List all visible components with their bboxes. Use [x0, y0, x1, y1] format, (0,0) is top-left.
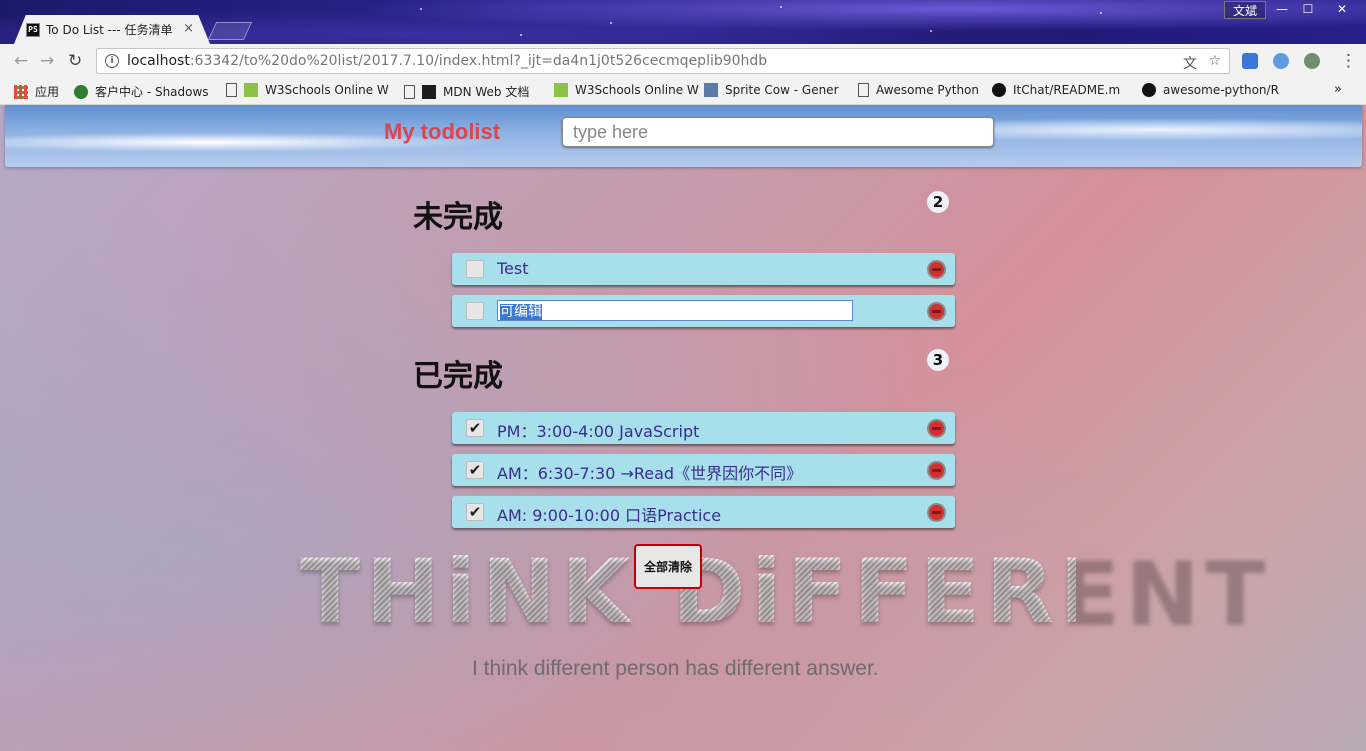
site-info-icon[interactable]: i — [105, 54, 119, 68]
bookmark-shadows[interactable]: 客户中心 - Shadows — [74, 83, 209, 100]
done-checkbox[interactable]: ✔ — [466, 503, 484, 521]
todo-text[interactable]: Test — [497, 259, 529, 278]
delete-icon[interactable] — [929, 463, 944, 478]
profile-button[interactable]: 文斌 — [1224, 1, 1267, 19]
browser-toolbar: ← → ↻ i localhost:63342/to%20do%20list/2… — [0, 44, 1366, 78]
done-item[interactable]: ✔ AM：6:30-7:30 →Read《世界因你不同》 — [452, 454, 955, 486]
page-viewport: My todolist THiNK DiFFERENT I think diff… — [0, 105, 1366, 751]
delete-icon[interactable] — [929, 421, 944, 436]
tab-close-icon[interactable]: × — [183, 21, 194, 36]
todo-count-badge: 2 — [927, 191, 949, 213]
extension-evernote-icon[interactable] — [1304, 53, 1320, 69]
reload-icon[interactable]: ↻ — [68, 51, 82, 71]
forward-arrow-icon[interactable]: → — [40, 51, 54, 71]
bookmark-awesome-python-readme[interactable]: awesome-python/R — [1142, 83, 1279, 97]
url-text: localhost:63342/to%20do%20list/2017.7.10… — [127, 53, 768, 69]
bookmark-apps[interactable]: 应用 — [14, 83, 59, 100]
todo-item[interactable]: 可编辑 — [452, 295, 955, 327]
browser-tab[interactable]: PS To Do List --- 任务清单 × — [14, 15, 210, 44]
todo-item[interactable]: Test — [452, 253, 955, 285]
todo-checkbox[interactable] — [466, 302, 484, 320]
clear-all-button[interactable]: 全部清除 — [634, 544, 702, 589]
bookmark-awesome-python[interactable]: Awesome Python — [858, 83, 979, 97]
tagline: I think different person has different a… — [472, 657, 879, 680]
github-icon — [992, 83, 1006, 97]
window-titlebar: PS To Do List --- 任务清单 × 文斌 — ☐ ✕ — [0, 0, 1366, 44]
photoshop-favicon-icon: PS — [26, 22, 40, 37]
new-tab-button[interactable] — [207, 22, 253, 40]
done-checkbox[interactable]: ✔ — [466, 419, 484, 437]
new-todo-input[interactable] — [562, 117, 994, 147]
back-arrow-icon[interactable]: ← — [14, 51, 28, 71]
extension-globe-icon[interactable] — [1273, 53, 1289, 69]
todo-checkbox[interactable] — [466, 260, 484, 278]
shadowsocks-icon — [74, 84, 88, 99]
page-icon — [858, 83, 869, 97]
mdn-icon — [422, 84, 436, 99]
sprite-cow-icon — [704, 83, 718, 97]
page-icon — [226, 83, 237, 97]
done-text[interactable]: PM：3:00-4:00 JavaScript — [497, 418, 699, 442]
section-title-done: 已完成 — [413, 359, 503, 394]
done-text[interactable]: AM：6:30-7:30 →Read《世界因你不同》 — [497, 460, 802, 484]
bookmark-mdn[interactable]: MDN Web 文档 — [404, 83, 529, 100]
minimize-button[interactable]: — — [1268, 0, 1296, 18]
bookmark-spritecow[interactable]: Sprite Cow - Gener — [704, 83, 839, 97]
delete-icon[interactable] — [929, 505, 944, 520]
delete-icon[interactable] — [929, 262, 944, 277]
done-text[interactable]: AM: 9:00-10:00 口语Practice — [497, 502, 721, 526]
w3schools-icon — [244, 83, 258, 97]
bookmark-w3schools-2[interactable]: W3Schools Online W — [554, 83, 699, 97]
maximize-button[interactable]: ☐ — [1294, 0, 1322, 18]
bookmark-w3schools-1[interactable]: W3Schools Online W — [226, 83, 389, 97]
app-title: My todolist — [384, 119, 501, 144]
extension-translate-icon[interactable] — [1242, 53, 1258, 69]
bookmarks-overflow-icon[interactable]: » — [1334, 82, 1342, 97]
delete-icon[interactable] — [929, 304, 944, 319]
todo-edit-field[interactable]: 可编辑 — [497, 300, 853, 321]
menu-kebab-icon[interactable]: ⋮ — [1340, 51, 1357, 71]
apps-grid-icon — [14, 84, 28, 99]
translate-icon[interactable]: 文 — [1183, 53, 1197, 73]
bookmark-star-icon[interactable]: ☆ — [1208, 53, 1221, 69]
app-header: My todolist — [5, 105, 1362, 167]
close-window-button[interactable]: ✕ — [1326, 0, 1358, 18]
w3schools-icon — [554, 83, 568, 97]
done-item[interactable]: ✔ AM: 9:00-10:00 口语Practice — [452, 496, 955, 528]
done-checkbox[interactable]: ✔ — [466, 461, 484, 479]
github-icon — [1142, 83, 1156, 97]
done-item[interactable]: ✔ PM：3:00-4:00 JavaScript — [452, 412, 955, 444]
bookmark-itchat[interactable]: ItChat/README.m — [992, 83, 1120, 97]
tab-title: To Do List --- 任务清单 — [46, 23, 173, 37]
address-bar[interactable]: i localhost:63342/to%20do%20list/2017.7.… — [96, 48, 1230, 74]
bookmarks-bar: 应用 客户中心 - Shadows W3Schools Online W MDN… — [0, 78, 1366, 105]
section-title-todo: 未完成 — [413, 200, 503, 235]
page-icon — [404, 84, 415, 99]
done-count-badge: 3 — [927, 349, 949, 371]
